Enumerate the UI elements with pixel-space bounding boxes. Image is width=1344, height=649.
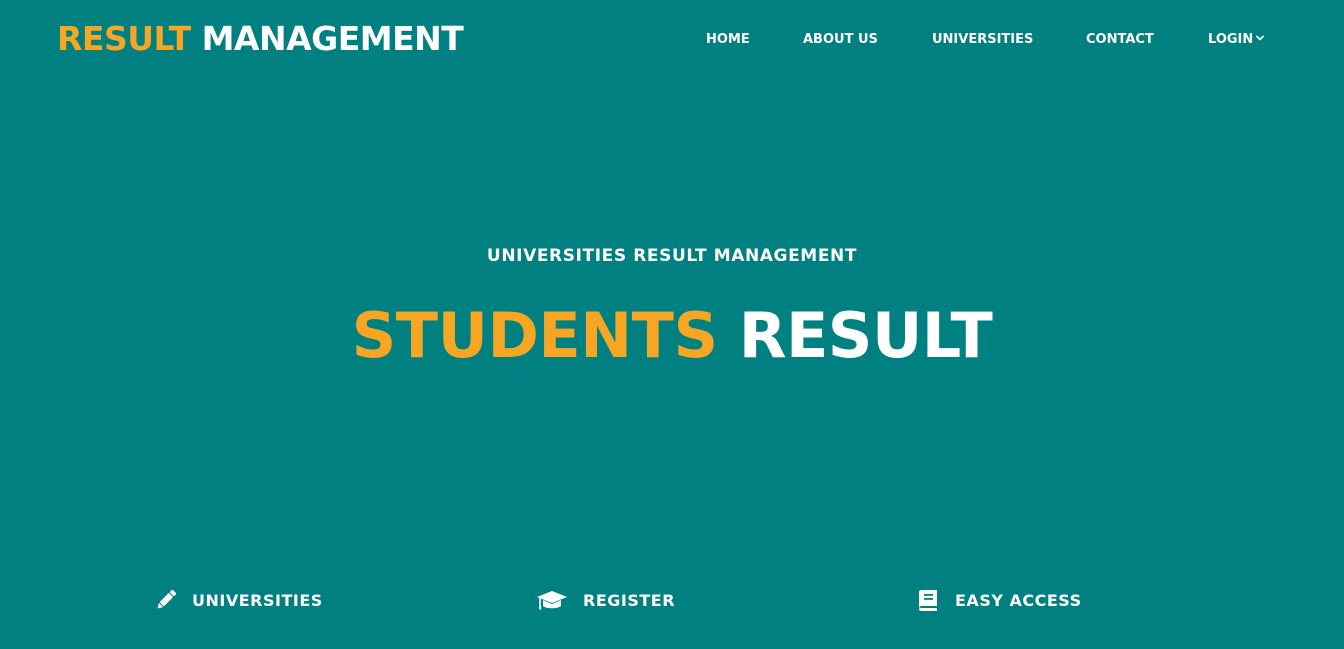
feature-easy-access[interactable]: EASY ACCESS	[916, 586, 1082, 614]
site-header: RESULT MANAGEMENT HOME ABOUT US UNIVERSI…	[0, 0, 1344, 80]
feature-register-label: REGISTER	[583, 590, 676, 610]
nav-login-label: LOGIN	[1208, 32, 1254, 47]
hero-title: STUDENTS RESULT	[0, 300, 1344, 372]
feature-register[interactable]: REGISTER	[536, 586, 675, 614]
graduation-cap-icon	[537, 591, 567, 610]
nav-universities-link[interactable]: UNIVERSITIES	[932, 31, 1033, 49]
hero-title-main: RESULT	[738, 299, 993, 372]
hero-subtitle: UNIVERSITIES RESULT MANAGEMENT	[486, 246, 858, 266]
hero-title-accent: STUDENTS	[351, 299, 718, 372]
pencil-icon	[157, 589, 177, 609]
feature-easy-access-label: EASY ACCESS	[955, 590, 1082, 610]
nav-login-dropdown[interactable]: LOGIN	[1208, 31, 1265, 49]
nav-about-us-link[interactable]: ABOUT US	[803, 31, 878, 49]
nav-contact-link[interactable]: CONTACT	[1086, 31, 1154, 49]
feature-universities-label: UNIVERSITIES	[192, 590, 323, 610]
feature-universities[interactable]: UNIVERSITIES	[155, 586, 323, 614]
chevron-down-icon	[1256, 35, 1265, 41]
nav-home-link[interactable]: HOME	[706, 31, 750, 49]
main-nav: HOME ABOUT US UNIVERSITIES CONTACT LOGIN	[0, 31, 1344, 49]
book-icon	[919, 590, 937, 611]
